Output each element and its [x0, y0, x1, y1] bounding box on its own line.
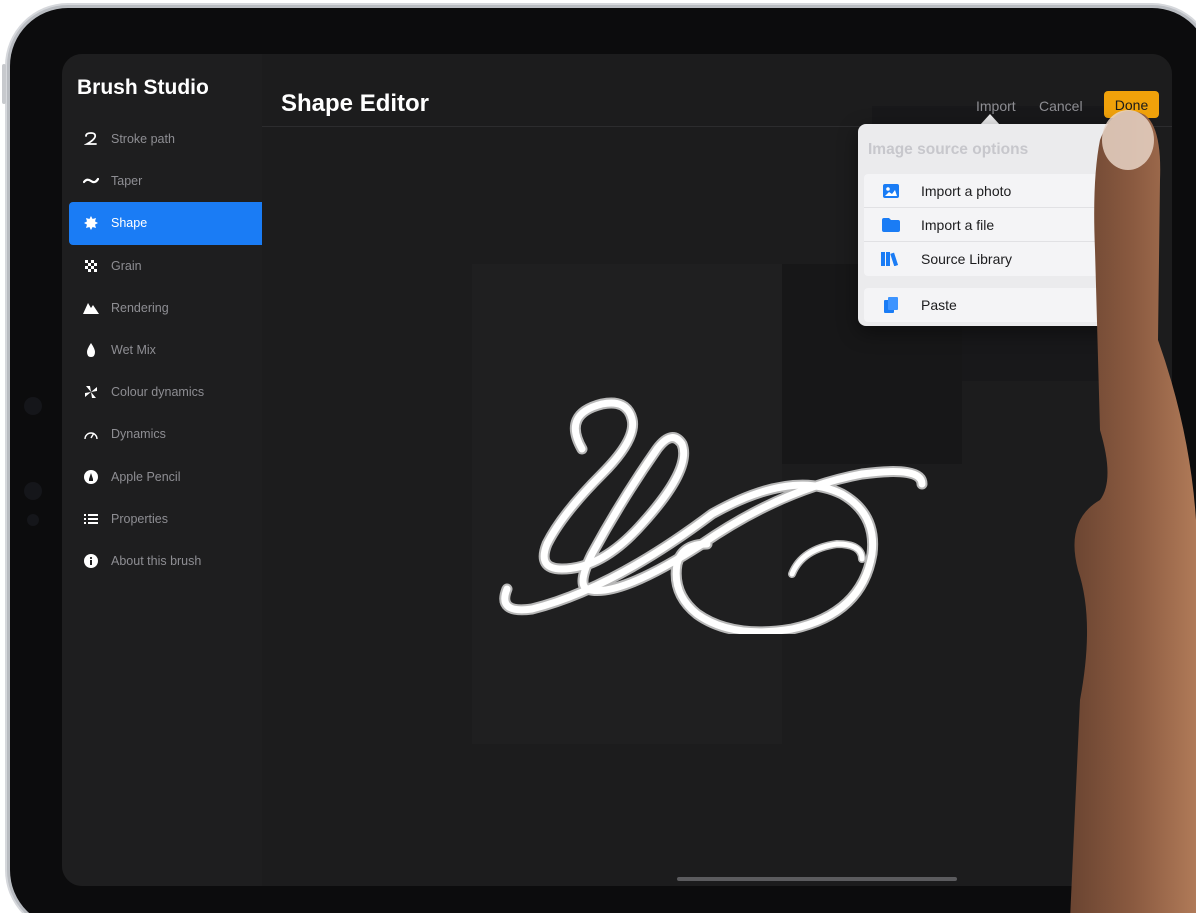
sidebar-item-label: About this brush — [111, 553, 202, 568]
sidebar-item-label: Shape — [111, 216, 148, 231]
sidebar-item-grain[interactable]: Grain — [62, 245, 262, 287]
side-button — [2, 64, 6, 104]
sidebar-item-label: Dynamics — [111, 427, 166, 442]
page-title: Shape Editor — [281, 90, 430, 117]
rendering-icon — [82, 299, 100, 317]
apple-pencil-icon — [82, 468, 100, 486]
grain-icon — [82, 257, 100, 275]
option-label: Paste — [921, 297, 957, 313]
folder-icon — [880, 216, 902, 234]
sidebar-item-label: Properties — [111, 511, 168, 526]
camera-sensor — [27, 514, 39, 526]
sidebar-item-shape[interactable]: Shape — [69, 202, 262, 245]
sidebar-item-wet-mix[interactable]: Wet Mix — [62, 329, 262, 371]
sidebar-item-label: Wet Mix — [111, 343, 156, 358]
sidebar-item-label: Rendering — [111, 300, 169, 315]
sidebar-item-label: Apple Pencil — [111, 469, 181, 484]
camera-sensor — [24, 397, 42, 415]
sidebar: Brush Studio Stroke path Taper Shape Gra… — [62, 54, 262, 886]
sidebar-nav: Stroke path Taper Shape Grain Rendering … — [62, 118, 262, 582]
colour-dynamics-icon — [82, 383, 100, 401]
library-icon — [880, 250, 902, 268]
sidebar-item-about-this-brush[interactable]: About this brush — [62, 540, 262, 582]
taper-icon — [82, 172, 100, 190]
properties-icon — [82, 510, 100, 528]
shape-artwork[interactable] — [492, 374, 962, 634]
popover-title: Image source options — [868, 141, 1029, 158]
shape-icon — [82, 214, 100, 232]
sidebar-item-label: Stroke path — [111, 132, 175, 147]
hand-illustration — [1070, 110, 1196, 913]
sidebar-item-label: Taper — [111, 174, 143, 189]
sidebar-title: Brush Studio — [77, 76, 209, 99]
import-button[interactable]: Import — [976, 98, 1016, 114]
sidebar-item-rendering[interactable]: Rendering — [62, 287, 262, 329]
sidebar-item-taper[interactable]: Taper — [62, 160, 262, 202]
sidebar-item-apple-pencil[interactable]: Apple Pencil — [62, 456, 262, 498]
camera-sensor — [24, 482, 42, 500]
paste-icon — [880, 296, 902, 314]
dynamics-icon — [82, 425, 100, 443]
option-label: Source Library — [921, 251, 1013, 267]
sidebar-item-label: Grain — [111, 258, 142, 273]
sidebar-item-dynamics[interactable]: Dynamics — [62, 413, 262, 455]
info-icon — [82, 552, 100, 570]
wet-mix-icon — [82, 341, 100, 359]
option-label: Import a photo — [921, 182, 1012, 199]
sidebar-item-properties[interactable]: Properties — [62, 498, 262, 540]
sidebar-item-label: Colour dynamics — [111, 385, 205, 400]
stroke-path-icon — [82, 130, 100, 148]
sidebar-item-stroke-path[interactable]: Stroke path — [62, 118, 262, 160]
home-indicator — [677, 877, 957, 881]
option-label: Import a file — [921, 216, 995, 233]
sidebar-item-colour-dynamics[interactable]: Colour dynamics — [62, 371, 262, 413]
photo-icon — [880, 182, 902, 200]
